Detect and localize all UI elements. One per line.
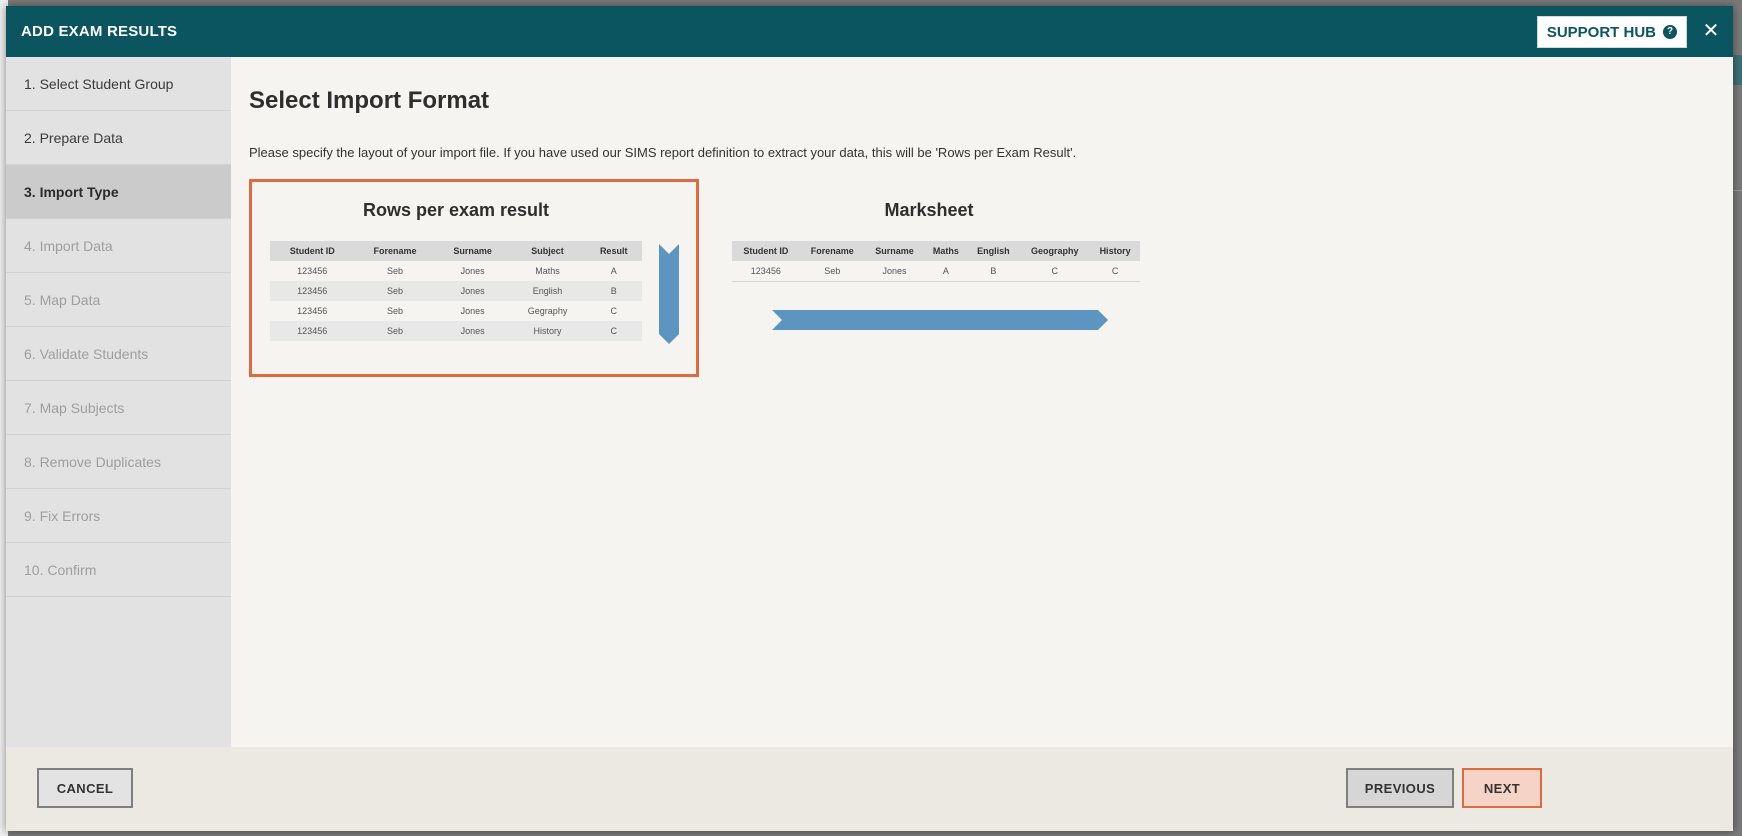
column-header: Result [585,241,642,261]
step-label: 2. Prepare Data [24,129,123,146]
column-header: English [967,241,1020,261]
arrow-right-icon [772,310,1108,330]
format-title: Marksheet [884,200,974,220]
table-cell: Jones [435,261,510,281]
support-hub-label: SUPPORT HUB [1546,23,1656,41]
table-cell: Seb [354,301,436,321]
table-row: 123456 Seb Jones History C [270,321,642,341]
close-button[interactable]: ✕ [1701,19,1721,42]
question-circle-icon: ? [1663,25,1677,39]
step-confirm[interactable]: 10. Confirm [6,543,231,597]
format-option-rows-per-exam-result[interactable]: Rows per exam result Student ID Forename… [249,179,699,377]
table-row: 123456 Seb Jones Gegraphy C [270,301,642,321]
table-cell: B [585,281,642,301]
table-cell: A [924,261,968,282]
table-cell: History [509,321,586,341]
table-row: 123456 Seb Jones Maths A [270,261,642,281]
step-select-student-group[interactable]: 1. Select Student Group [6,57,231,111]
column-header: Geography [1019,241,1091,261]
table-cell: 123456 [270,261,355,281]
table-cell: 123456 [270,321,355,341]
step-label: 5. Map Data [24,291,101,308]
step-prepare-data[interactable]: 2. Prepare Data [6,111,231,165]
wizard-steps-sidebar: 1. Select Student Group 2. Prepare Data … [6,57,231,747]
step-import-type[interactable]: 3. Import Type [6,165,231,219]
close-icon: ✕ [1702,19,1720,42]
column-header: Forename [354,241,436,261]
column-header: Surname [864,241,925,261]
format-title: Rows per exam result [362,200,550,220]
table-cell: 123456 [732,261,800,282]
page-description: Please specify the layout of your import… [249,145,1077,160]
table-cell: A [585,261,642,281]
column-header: Student ID [732,241,800,261]
step-map-data[interactable]: 5. Map Data [6,273,231,327]
column-header: Maths [924,241,968,261]
step-import-data[interactable]: 4. Import Data [6,219,231,273]
arrow-down-icon [659,244,679,344]
step-label: 9. Fix Errors [24,507,101,524]
table-cell: Seb [799,261,865,282]
table-cell: C [1090,261,1140,282]
step-remove-duplicates[interactable]: 8. Remove Duplicates [6,435,231,489]
main-content: Select Import Format Please specify the … [231,57,1733,747]
table-cell: Jones [435,281,510,301]
step-label: 7. Map Subjects [24,399,125,416]
table-cell: English [509,281,586,301]
column-header: Forename [799,241,865,261]
table-cell: Maths [509,261,586,281]
step-fix-errors[interactable]: 9. Fix Errors [6,489,231,543]
format-option-marksheet[interactable]: Marksheet Student ID Forename Surname Ma… [719,179,1140,377]
table-cell: Gegraphy [509,301,586,321]
previous-button[interactable]: PREVIOUS [1346,768,1454,808]
table-cell: Jones [864,261,925,282]
dialog-header: ADD EXAM RESULTS SUPPORT HUB ? ✕ [6,6,1733,57]
step-validate-students[interactable]: 6. Validate Students [6,327,231,381]
marksheet-sample-table: Student ID Forename Surname Maths Englis… [732,241,1140,282]
column-header: History [1090,241,1140,261]
table-cell: Seb [354,261,436,281]
table-row: 123456 Seb Jones English B [270,281,642,301]
table-cell: Jones [435,321,510,341]
table-cell: Jones [435,301,510,321]
column-header: Student ID [270,241,355,261]
table-cell: Seb [354,281,436,301]
next-button[interactable]: NEXT [1462,768,1542,808]
step-label: 6. Validate Students [24,345,149,362]
table-cell: Seb [354,321,436,341]
table-cell: C [585,321,642,341]
step-label: 3. Import Type [24,183,119,200]
dialog-title: ADD EXAM RESULTS [21,23,178,40]
page-title: Select Import Format [249,87,490,114]
table-cell: B [967,261,1020,282]
dialog-footer: CANCEL PREVIOUS NEXT [6,747,1733,831]
support-hub-button[interactable]: SUPPORT HUB ? [1536,16,1687,48]
column-header: Surname [435,241,510,261]
table-row: 123456 Seb Jones A B C C [732,261,1140,282]
step-label: 4. Import Data [24,237,113,254]
step-label: 1. Select Student Group [24,75,174,92]
table-cell: 123456 [270,301,355,321]
step-label: 10. Confirm [24,561,97,578]
step-label: 8. Remove Duplicates [24,453,161,470]
table-cell: C [1019,261,1091,282]
rows-sample-table: Student ID Forename Surname Subject Resu… [270,241,642,341]
table-cell: C [585,301,642,321]
column-header: Subject [509,241,586,261]
add-exam-results-dialog: ADD EXAM RESULTS SUPPORT HUB ? ✕ 1. Sele… [6,6,1733,831]
cancel-button[interactable]: CANCEL [37,768,133,808]
table-cell: 123456 [270,281,355,301]
step-map-subjects[interactable]: 7. Map Subjects [6,381,231,435]
